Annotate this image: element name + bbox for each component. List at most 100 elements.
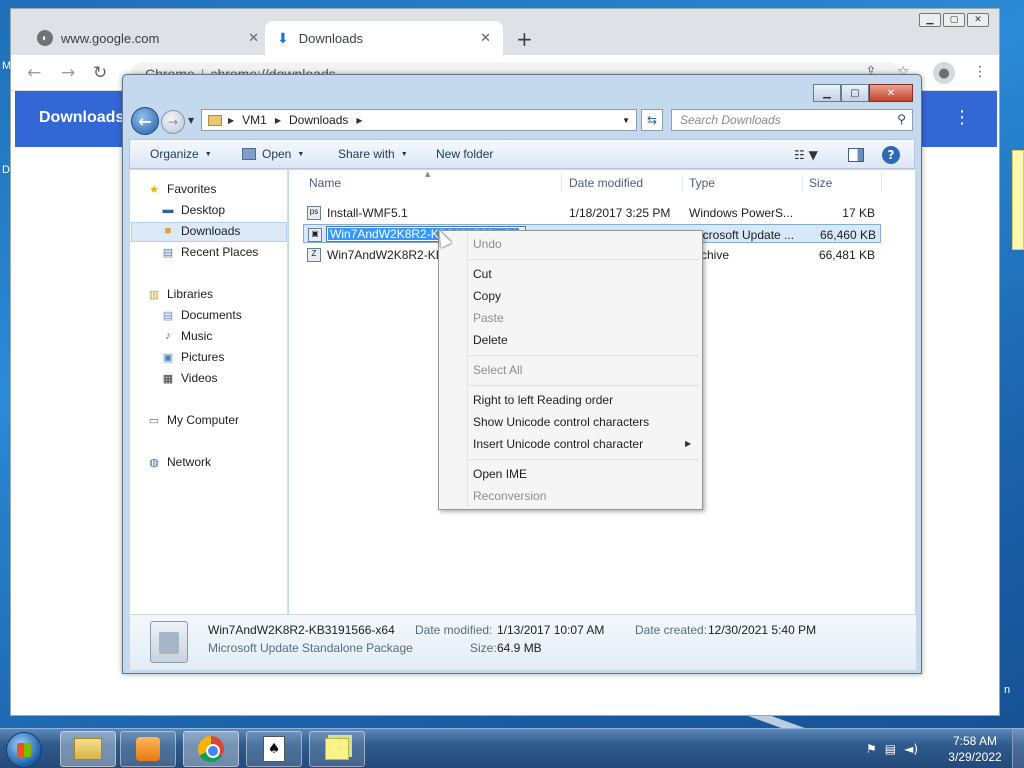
nav-videos[interactable]: ▦ Videos bbox=[160, 371, 218, 385]
profile-avatar-icon[interactable]: ● bbox=[933, 62, 955, 84]
taskbar: ♠ ⚑ ▤ ◄) 7:58 AM 3/29/2022 bbox=[0, 728, 1024, 768]
column-divider[interactable] bbox=[682, 174, 683, 192]
menu-item-copy[interactable]: Copy bbox=[473, 289, 501, 303]
new-folder-button[interactable]: New folder bbox=[436, 147, 493, 161]
nav-music[interactable]: ♪ Music bbox=[160, 329, 212, 343]
action-center-flag-icon[interactable]: ⚑ bbox=[866, 742, 877, 756]
column-header-date-modified[interactable]: Date modified bbox=[569, 176, 643, 190]
column-header-name[interactable]: Name bbox=[309, 176, 341, 190]
close-button[interactable]: ✕ bbox=[869, 84, 913, 102]
nav-network[interactable]: ◍ Network bbox=[146, 455, 211, 469]
column-divider[interactable] bbox=[561, 174, 562, 192]
nav-downloads[interactable]: ■ Downloads bbox=[160, 224, 241, 238]
menu-item-open-ime[interactable]: Open IME bbox=[473, 467, 527, 481]
star-icon: ★ bbox=[149, 183, 159, 196]
chevron-down-icon: ▼ bbox=[297, 150, 305, 158]
menu-item-reconversion[interactable]: Reconversion bbox=[473, 489, 546, 503]
chevron-right-icon[interactable]: ▶ bbox=[228, 116, 234, 125]
help-icon[interactable]: ? bbox=[882, 146, 900, 164]
menu-item-delete[interactable]: Delete bbox=[473, 333, 508, 347]
address-dropdown-icon[interactable]: ▼ bbox=[622, 116, 630, 125]
maximize-button[interactable]: ▢ bbox=[943, 13, 965, 27]
menu-item-insert-unicode[interactable]: Insert Unicode control character bbox=[473, 437, 643, 451]
new-tab-button[interactable]: + bbox=[516, 27, 533, 51]
column-header-size[interactable]: Size bbox=[809, 176, 832, 190]
command-bar: Organize ▼ Open ▼ Share with ▼ New folder ☷… bbox=[129, 139, 915, 169]
search-input[interactable]: Search Downloads ⚲ bbox=[671, 109, 913, 131]
tab-downloads[interactable]: ⬇ Downloads ✕ bbox=[265, 21, 503, 55]
chrome-tab-strip: ◐ www.google.com ✕ ⬇ Downloads ✕ + ▁ ▢ ✕ bbox=[11, 9, 999, 55]
tab-google[interactable]: ◐ www.google.com ✕ bbox=[25, 21, 271, 55]
nav-pictures[interactable]: ▣ Pictures bbox=[160, 350, 225, 364]
chrome-icon bbox=[198, 736, 224, 762]
chevron-right-icon[interactable]: ▶ bbox=[275, 116, 281, 125]
update-package-icon bbox=[150, 621, 188, 663]
maximize-button[interactable]: ▢ bbox=[841, 84, 869, 102]
share-with-button[interactable]: Share with ▼ bbox=[338, 147, 408, 161]
chrome-menu-icon[interactable]: ⋮ bbox=[973, 64, 987, 80]
minimize-button[interactable]: ▁ bbox=[919, 13, 941, 27]
back-arrow-icon[interactable]: ← bbox=[27, 63, 41, 83]
organize-button[interactable]: Organize ▼ bbox=[150, 147, 212, 161]
nav-documents[interactable]: ▤ Documents bbox=[160, 308, 242, 322]
file-name: Win7AndW2K8R2-KB bbox=[327, 248, 444, 262]
file-row[interactable]: ps Install-WMF5.1 1/18/2017 3:25 PM Wind… bbox=[303, 203, 881, 222]
change-view-icon[interactable]: ☷ ▼ bbox=[794, 148, 818, 162]
tab-close-icon[interactable]: ✕ bbox=[248, 30, 259, 46]
menu-item-rtl-reading-order[interactable]: Right to left Reading order bbox=[473, 393, 613, 407]
nav-label: Documents bbox=[181, 308, 242, 322]
menu-item-paste[interactable]: Paste bbox=[473, 311, 504, 325]
menu-item-cut[interactable]: Cut bbox=[473, 267, 492, 281]
nav-recent-places[interactable]: ▤ Recent Places bbox=[160, 245, 259, 259]
open-button[interactable]: Open ▼ bbox=[242, 147, 304, 161]
column-divider[interactable] bbox=[881, 174, 882, 192]
taskbar-media-player[interactable] bbox=[120, 731, 176, 767]
submenu-arrow-icon: ▶ bbox=[685, 439, 692, 448]
system-tray: ⚑ ▤ ◄) bbox=[866, 742, 918, 756]
organize-label: Organize bbox=[150, 147, 199, 161]
column-header-type[interactable]: Type bbox=[689, 176, 715, 190]
refresh-button[interactable]: ⇆ bbox=[641, 109, 663, 131]
network-icon[interactable]: ▤ bbox=[885, 742, 896, 756]
forward-button[interactable]: → bbox=[161, 110, 185, 134]
column-divider[interactable] bbox=[802, 174, 803, 192]
nav-desktop[interactable]: ▬ Desktop bbox=[160, 203, 226, 217]
file-size: 17 KB bbox=[842, 206, 875, 220]
computer-icon: ▭ bbox=[148, 414, 160, 427]
start-button[interactable] bbox=[6, 732, 42, 768]
taskbar-solitaire[interactable]: ♠ bbox=[246, 731, 302, 767]
preview-pane-icon[interactable] bbox=[848, 148, 864, 162]
details-date-created-label: Date created: bbox=[635, 623, 708, 637]
reload-icon[interactable]: ↻ bbox=[93, 63, 107, 83]
tab-close-icon[interactable]: ✕ bbox=[480, 30, 491, 46]
menu-item-show-unicode[interactable]: Show Unicode control characters bbox=[473, 415, 649, 429]
file-type: Microsoft Update ... bbox=[690, 228, 795, 242]
forward-arrow-icon[interactable]: → bbox=[61, 63, 75, 83]
details-size: 64.9 MB bbox=[497, 641, 542, 655]
show-desktop-button[interactable] bbox=[1012, 729, 1024, 768]
more-options-icon[interactable]: ⋮ bbox=[953, 107, 971, 128]
minimize-button[interactable]: ▁ bbox=[813, 84, 841, 102]
menu-item-select-all[interactable]: Select All bbox=[473, 363, 522, 377]
explorer-window-controls: ▁ ▢ ✕ bbox=[813, 84, 913, 102]
nav-my-computer[interactable]: ▭ My Computer bbox=[146, 413, 239, 427]
back-button[interactable]: ← bbox=[131, 107, 159, 135]
taskbar-sticky-notes[interactable] bbox=[309, 731, 365, 767]
chevron-right-icon[interactable]: ▶ bbox=[356, 116, 362, 125]
videos-icon: ▦ bbox=[162, 372, 174, 385]
nav-favorites[interactable]: ★ Favorites bbox=[146, 182, 216, 196]
volume-icon[interactable]: ◄) bbox=[904, 742, 918, 756]
taskbar-chrome[interactable] bbox=[183, 731, 239, 767]
nav-label: Downloads bbox=[181, 224, 241, 238]
close-button[interactable]: ✕ bbox=[967, 13, 989, 27]
clock[interactable]: 7:58 AM 3/29/2022 bbox=[940, 733, 1010, 765]
recent-pages-dropdown-icon[interactable]: ▼ bbox=[188, 116, 194, 125]
details-file-name: Win7AndW2K8R2-KB3191566-x64 bbox=[208, 623, 395, 637]
address-bar[interactable]: ▶ VM1 ▶ Downloads ▶ ▼ bbox=[201, 109, 637, 131]
desktop-sticky-note[interactable] bbox=[1012, 150, 1024, 250]
nav-libraries[interactable]: ▥ Libraries bbox=[146, 287, 213, 301]
breadcrumb-downloads[interactable]: Downloads bbox=[289, 113, 348, 127]
menu-item-undo[interactable]: Undo bbox=[473, 237, 502, 251]
breadcrumb-vm1[interactable]: VM1 bbox=[242, 113, 267, 127]
taskbar-explorer[interactable] bbox=[60, 731, 116, 767]
